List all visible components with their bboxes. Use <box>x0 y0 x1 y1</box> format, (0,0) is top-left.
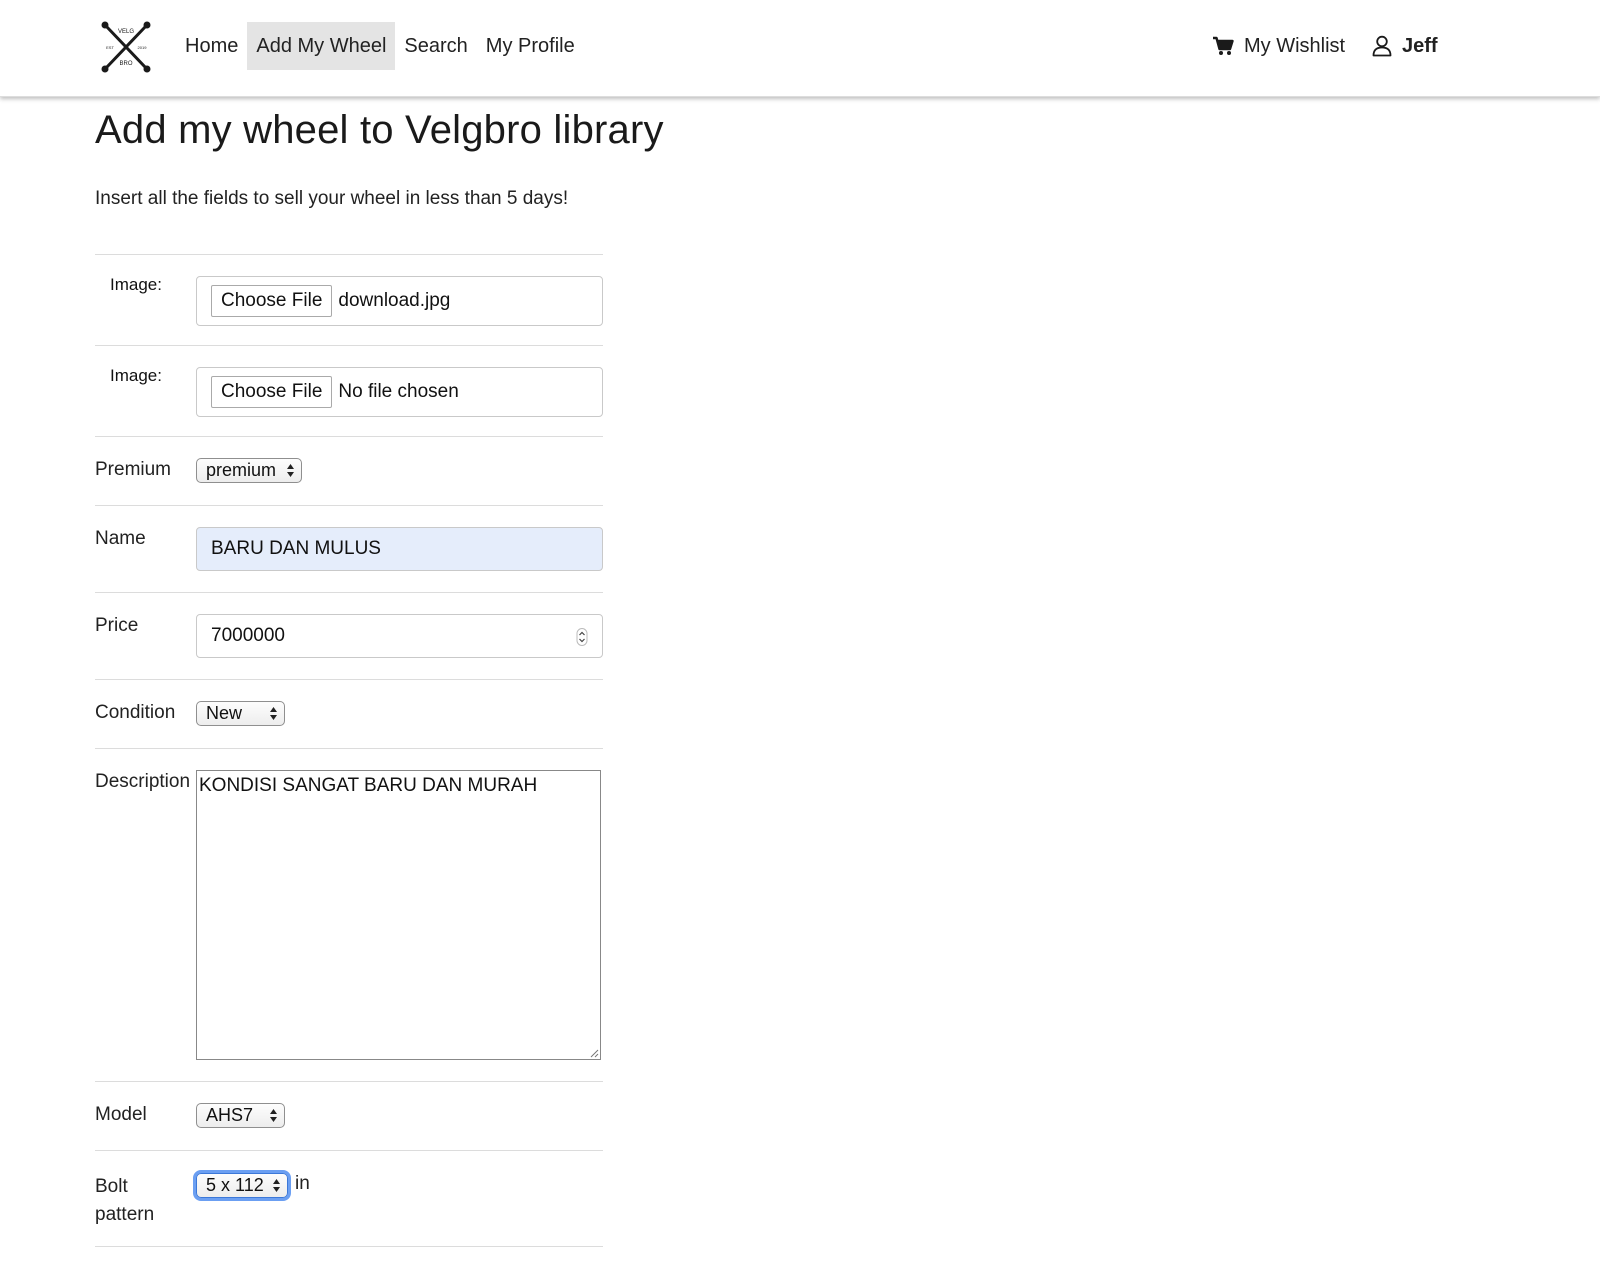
name-label: Name <box>95 528 146 549</box>
user-menu[interactable]: Jeff <box>1372 22 1438 70</box>
select-arrows-icon <box>270 1109 277 1122</box>
logo-text-bottom: BRO <box>119 61 132 67</box>
main-nav: Home Add My Wheel Search My Profile <box>176 22 584 70</box>
bolt-label-line-1: Bolt <box>95 1176 128 1197</box>
image-label-1: Image: <box>110 275 162 294</box>
bolt-pattern-unit: in <box>295 1173 310 1194</box>
user-name: Jeff <box>1402 34 1438 57</box>
select-arrows-icon <box>287 464 294 477</box>
navbar: VELG EST 2019 BRO Home Add My Wheel Sear… <box>0 0 1600 97</box>
price-input[interactable]: 7000000 <box>196 614 603 658</box>
nav-link-my-profile[interactable]: My Profile <box>477 22 584 70</box>
description-value: KONDISI SANGAT BARU DAN MURAH <box>199 775 538 796</box>
condition-row: Condition New <box>95 680 603 748</box>
select-arrows-icon <box>270 707 277 720</box>
file-name-1: download.jpg <box>338 290 451 311</box>
logo-text-left: EST <box>106 45 114 50</box>
cart-icon <box>1213 36 1234 55</box>
bolt-select-value: 5 x 112 <box>206 1175 264 1195</box>
premium-select[interactable]: premium <box>196 458 302 483</box>
add-wheel-form: Image: Choose File download.jpg Image: C… <box>95 254 603 1247</box>
nav-link-add-my-wheel[interactable]: Add My Wheel <box>247 22 396 70</box>
price-row: Price 7000000 <box>95 593 603 679</box>
nav-link-home[interactable]: Home <box>176 22 247 70</box>
image-file-input-2[interactable]: Choose File No file chosen <box>196 367 603 417</box>
divider <box>95 1246 603 1247</box>
user-icon <box>1372 35 1392 57</box>
wishlist-label: My Wishlist <box>1244 34 1346 57</box>
velgbro-logo[interactable]: VELG EST 2019 BRO <box>98 20 154 74</box>
name-row: Name BARU DAN MULUS <box>95 506 603 592</box>
page-intro: Insert all the fields to sell your wheel… <box>95 188 569 209</box>
choose-file-button-1[interactable]: Choose File <box>211 285 333 317</box>
choose-file-button-2[interactable]: Choose File <box>211 376 333 408</box>
model-label: Model <box>95 1104 147 1125</box>
page-title: Add my wheel to Velgbro library <box>95 108 664 152</box>
image-row-2: Image: Choose File No file chosen <box>95 346 603 436</box>
description-row: Description KONDISI SANGAT BARU DAN MURA… <box>95 749 603 1081</box>
number-spinner-icon[interactable] <box>576 628 588 646</box>
bolt-pattern-select[interactable]: 5 x 112 <box>196 1173 288 1198</box>
name-input[interactable]: BARU DAN MULUS <box>196 527 603 571</box>
nav-link-search[interactable]: Search <box>395 22 476 70</box>
bolt-label-line-2: pattern <box>95 1204 155 1225</box>
premium-row: Premium premium <box>95 437 603 505</box>
wishlist-link[interactable]: My Wishlist <box>1212 22 1345 70</box>
model-select-value: AHS7 <box>206 1105 254 1125</box>
price-label: Price <box>95 615 139 636</box>
condition-select-value: New <box>206 703 243 723</box>
image-row-1: Image: Choose File download.jpg <box>95 255 603 345</box>
price-value: 7000000 <box>211 625 285 646</box>
resize-handle-icon[interactable] <box>589 1048 599 1058</box>
image-label-2: Image: <box>110 366 162 385</box>
description-textarea[interactable]: KONDISI SANGAT BARU DAN MURAH <box>196 770 601 1060</box>
select-arrows-icon <box>273 1179 280 1192</box>
file-name-2: No file chosen <box>338 381 459 402</box>
bolt-pattern-label: Bolt pattern <box>95 1173 154 1229</box>
bolt-pattern-row: Bolt pattern 5 x 112 in <box>95 1151 603 1246</box>
image-file-input-1[interactable]: Choose File download.jpg <box>196 276 603 326</box>
logo-text-top: VELG <box>118 29 134 35</box>
premium-select-value: premium <box>206 460 277 480</box>
condition-select[interactable]: New <box>196 701 285 726</box>
logo-text-right: 2019 <box>138 45 148 50</box>
description-label: Description <box>95 771 191 792</box>
model-select[interactable]: AHS7 <box>196 1103 285 1128</box>
condition-label: Condition <box>95 702 176 723</box>
model-row: Model AHS7 <box>95 1082 603 1150</box>
premium-label: Premium <box>95 459 172 480</box>
